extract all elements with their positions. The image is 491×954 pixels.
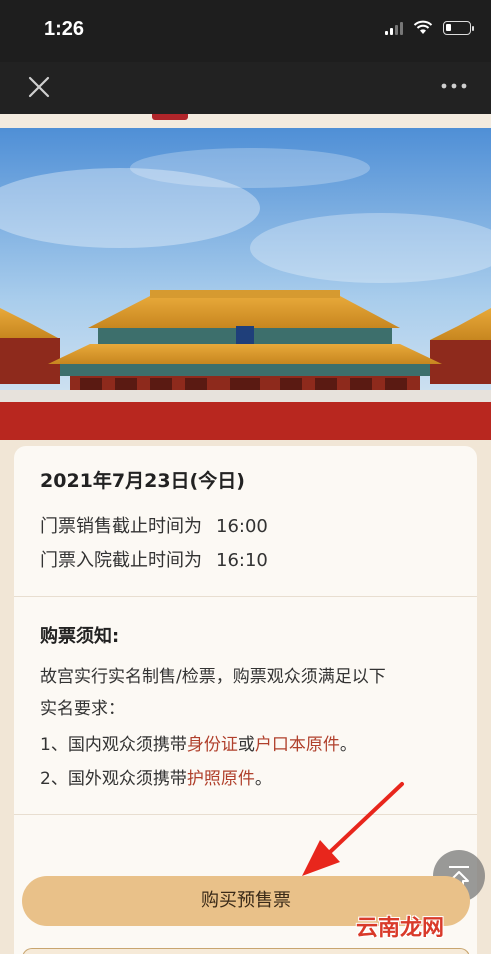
wifi-icon bbox=[413, 20, 433, 34]
passport-link[interactable]: 护照原件 bbox=[187, 769, 255, 789]
purchase-notice-title: 购票须知: bbox=[40, 626, 120, 647]
household-register-link[interactable]: 户口本原件 bbox=[255, 735, 340, 755]
forbidden-city-banner-image bbox=[0, 128, 491, 440]
entry-cutoff-label: 门票入院截止时间为 bbox=[40, 550, 202, 571]
page-content: 2021年7月23日(今日) 门票销售截止时间为 16:00 门票入院截止时间为 1… bbox=[0, 114, 491, 954]
rule-foreign-prefix: 2、国外观众须携带 bbox=[40, 769, 187, 789]
next-button-edge bbox=[22, 948, 470, 954]
divider bbox=[14, 814, 477, 815]
entry-cutoff-row: 门票入院截止时间为 16:10 bbox=[40, 546, 268, 572]
nav-bar bbox=[0, 62, 491, 114]
rule-domestic: 1、国内观众须携带身份证或户口本原件。 bbox=[40, 730, 357, 755]
rule-domestic-end: 。 bbox=[339, 735, 357, 755]
more-options-icon[interactable] bbox=[439, 76, 469, 96]
notice-text-line-2: 实名要求： bbox=[40, 699, 125, 719]
notice-text-line-1: 故宫实行实名制售/检票，购票观众须满足以下 bbox=[40, 667, 386, 687]
rule-domestic-prefix: 1、国内观众须携带 bbox=[40, 735, 187, 755]
status-icons bbox=[385, 20, 474, 35]
sales-cutoff-label: 门票销售截止时间为 bbox=[40, 516, 202, 537]
watermark-text: 云南龙网 bbox=[356, 916, 445, 941]
divider bbox=[14, 596, 477, 597]
header-logo-strip bbox=[0, 114, 491, 128]
status-time: 1:26 bbox=[44, 18, 85, 40]
id-card-link[interactable]: 身份证 bbox=[187, 735, 238, 755]
sales-cutoff-row: 门票销售截止时间为 16:00 bbox=[40, 512, 268, 538]
rule-foreign: 2、国外观众须携带护照原件。 bbox=[40, 764, 272, 789]
status-bar: 1:26 bbox=[0, 0, 491, 62]
rule-domestic-or: 或 bbox=[237, 735, 255, 755]
signal-icon bbox=[385, 21, 403, 35]
sales-cutoff-time: 16:00 bbox=[216, 516, 268, 537]
museum-logo-mark bbox=[152, 114, 188, 120]
close-icon[interactable] bbox=[26, 74, 52, 100]
rule-foreign-end: 。 bbox=[254, 769, 272, 789]
battery-icon bbox=[443, 20, 474, 35]
entry-cutoff-time: 16:10 bbox=[216, 550, 268, 571]
visit-date-title: 2021年7月23日(今日) bbox=[40, 470, 245, 492]
